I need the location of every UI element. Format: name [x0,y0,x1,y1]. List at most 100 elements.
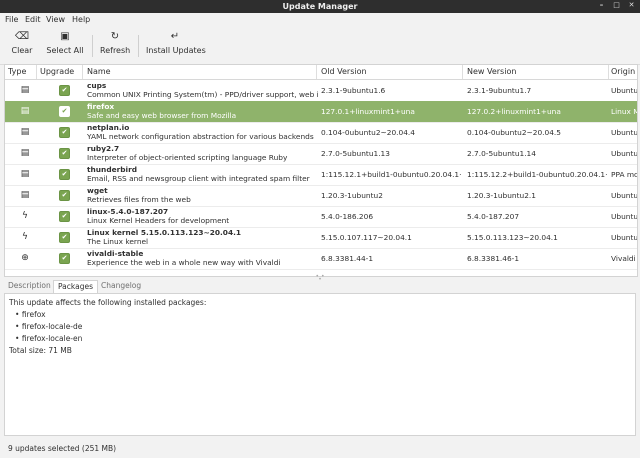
origin: Ubuntu [611,212,637,221]
install-updates-button[interactable]: ↵ Install Updates [146,30,206,60]
upgrade-checkbox[interactable]: ✔ [59,169,70,180]
package-description: Email, RSS and newsgroup client with int… [87,174,310,183]
package-name: ruby2.7 [87,144,120,153]
new-version: 127.0.2+linuxmint1+una [467,107,561,116]
old-version: 1.20.3-1ubuntu2 [321,191,383,200]
origin: Ubuntu [611,86,637,95]
package-description: Linux Kernel Headers for development [87,216,230,225]
package-name: wget [87,186,108,195]
col-name[interactable]: Name [87,67,111,76]
menu-edit[interactable]: Edit [25,15,41,24]
table-row[interactable]: ▤ ✔ wget Retrieves files from the web 1.20.3… [5,185,637,207]
table-row[interactable]: ⊕ ✔ vivaldi-stable Experience the web in a … [5,248,637,270]
table-row[interactable]: ϟ ✔ linux-5.4.0-187.207 Linux Kernel Header… [5,206,637,228]
pane-resize-handle[interactable]: • • • [313,274,327,283]
upgrade-checkbox[interactable]: ✔ [59,85,70,96]
window-title: Update Manager [282,2,358,11]
table-row[interactable]: ▤ ✔ netplan.io YAML network configuration a… [5,122,637,144]
package-icon: ▤ [20,190,30,200]
maximize-icon[interactable]: □ [612,1,621,10]
upgrade-checkbox[interactable]: ✔ [59,232,70,243]
package-description: The Linux kernel [87,237,149,246]
origin: Vivaldi T [611,254,637,263]
refresh-button[interactable]: ↻ Refresh [100,30,130,60]
select-all-button[interactable]: ▣ Select All [46,30,84,60]
package-name: thunderbird [87,165,138,174]
package-item: • firefox-locale-en [15,334,83,343]
package-description: YAML network configuration abstraction f… [87,132,314,141]
kernel-icon: ϟ [22,211,28,221]
select-all-icon: ▣ [60,31,70,42]
origin: Linux M [611,107,637,116]
status-bar-text: 9 updates selected (251 MB) [8,444,117,453]
new-version: 2.3.1-9ubuntu1.7 [467,86,532,95]
table-row[interactable]: ▤ ✔ thunderbird Email, RSS and newsgroup cl… [5,164,637,186]
refresh-icon: ↻ [110,31,120,42]
origin: Ubuntu [611,233,637,242]
new-version: 2.7.0-5ubuntu1.14 [467,149,536,158]
new-version: 5.15.0.113.123~20.04.1 [467,233,558,242]
table-header: Type Upgrade Name Old Version New Versio… [5,65,637,80]
globe-icon: ⊕ [21,253,29,263]
col-upgrade[interactable]: Upgrade [40,67,74,76]
toolbar-separator [138,35,139,57]
minimize-icon[interactable]: – [597,1,606,10]
packages-panel: This update affects the following instal… [4,293,636,436]
upgrade-checkbox[interactable]: ✔ [59,190,70,201]
old-version: 1:115.12.1+build1-0ubuntu0.20.04.1~mt1 [321,170,461,179]
tab-description[interactable]: Description [4,280,55,293]
package-name: firefox [87,102,115,111]
old-version: 5.15.0.107.117~20.04.1 [321,233,412,242]
package-name: netplan.io [87,123,130,132]
package-description: Retrieves files from the web [87,195,191,204]
upgrade-checkbox[interactable]: ✔ [59,253,70,264]
menu-view[interactable]: View [46,15,65,24]
close-icon[interactable]: ✕ [627,1,636,10]
upgrade-checkbox[interactable]: ✔ [59,106,70,117]
toolbar: ⌫ Clear ▣ Select All ↻ Refresh ↵ Install… [0,27,640,65]
toolbar-separator [92,35,93,57]
new-version: 0.104-0ubuntu2~20.04.5 [467,128,561,137]
table-row[interactable]: ▤ ✔ firefox Safe and easy web browser from … [5,101,637,123]
package-name: cups [87,81,107,90]
kernel-icon: ϟ [22,232,28,242]
upgrade-checkbox[interactable]: ✔ [59,211,70,222]
table-row[interactable]: ▤ ✔ cups Common UNIX Printing System(tm) - … [5,80,637,102]
backspace-icon: ⌫ [14,31,30,42]
updates-table: Type Upgrade Name Old Version New Versio… [4,64,638,277]
title-bar[interactable]: Update Manager – □ ✕ [0,0,640,13]
new-version: 1:115.12.2+build1-0ubuntu0.20.04.1~mt1 [467,170,607,179]
package-icon: ▤ [20,127,30,137]
col-new-version[interactable]: New Version [467,67,516,76]
origin: PPA moz [611,170,637,179]
old-version: 2.3.1-9ubuntu1.6 [321,86,386,95]
package-icon: ▤ [20,148,30,158]
new-version: 5.4.0-187.207 [467,212,520,221]
new-version: 1.20.3-1ubuntu2.1 [467,191,536,200]
package-name: vivaldi-stable [87,249,144,258]
clear-button[interactable]: ⌫ Clear [8,30,36,60]
package-name: Linux kernel 5.15.0.113.123~20.04.1 [87,228,242,237]
update-manager-window: Update Manager – □ ✕ File Edit View Help… [0,0,640,458]
origin: Ubuntu [611,128,637,137]
col-type[interactable]: Type [8,67,26,76]
package-item: • firefox-locale-de [15,322,83,331]
package-item: • firefox [15,310,46,319]
tab-packages[interactable]: Packages [53,280,98,294]
menu-help[interactable]: Help [72,15,90,24]
col-old-version[interactable]: Old Version [321,67,367,76]
package-description: Safe and easy web browser from Mozilla [87,111,237,120]
install-icon: ↵ [170,31,180,42]
origin: Ubuntu [611,191,637,200]
upgrade-checkbox[interactable]: ✔ [59,127,70,138]
package-description: Common UNIX Printing System(tm) - PPD/dr… [87,90,319,99]
menu-file[interactable]: File [5,15,18,24]
new-version: 6.8.3381.46-1 [467,254,520,263]
table-row[interactable]: ϟ ✔ Linux kernel 5.15.0.113.123~20.04.1 The… [5,227,637,249]
tab-changelog[interactable]: Changelog [97,280,145,293]
col-origin[interactable]: Origin [611,67,635,76]
old-version: 6.8.3381.44-1 [321,254,374,263]
table-row[interactable]: ▤ ✔ ruby2.7 Interpreter of object-oriented … [5,143,637,165]
menu-bar: File Edit View Help [0,13,640,27]
upgrade-checkbox[interactable]: ✔ [59,148,70,159]
